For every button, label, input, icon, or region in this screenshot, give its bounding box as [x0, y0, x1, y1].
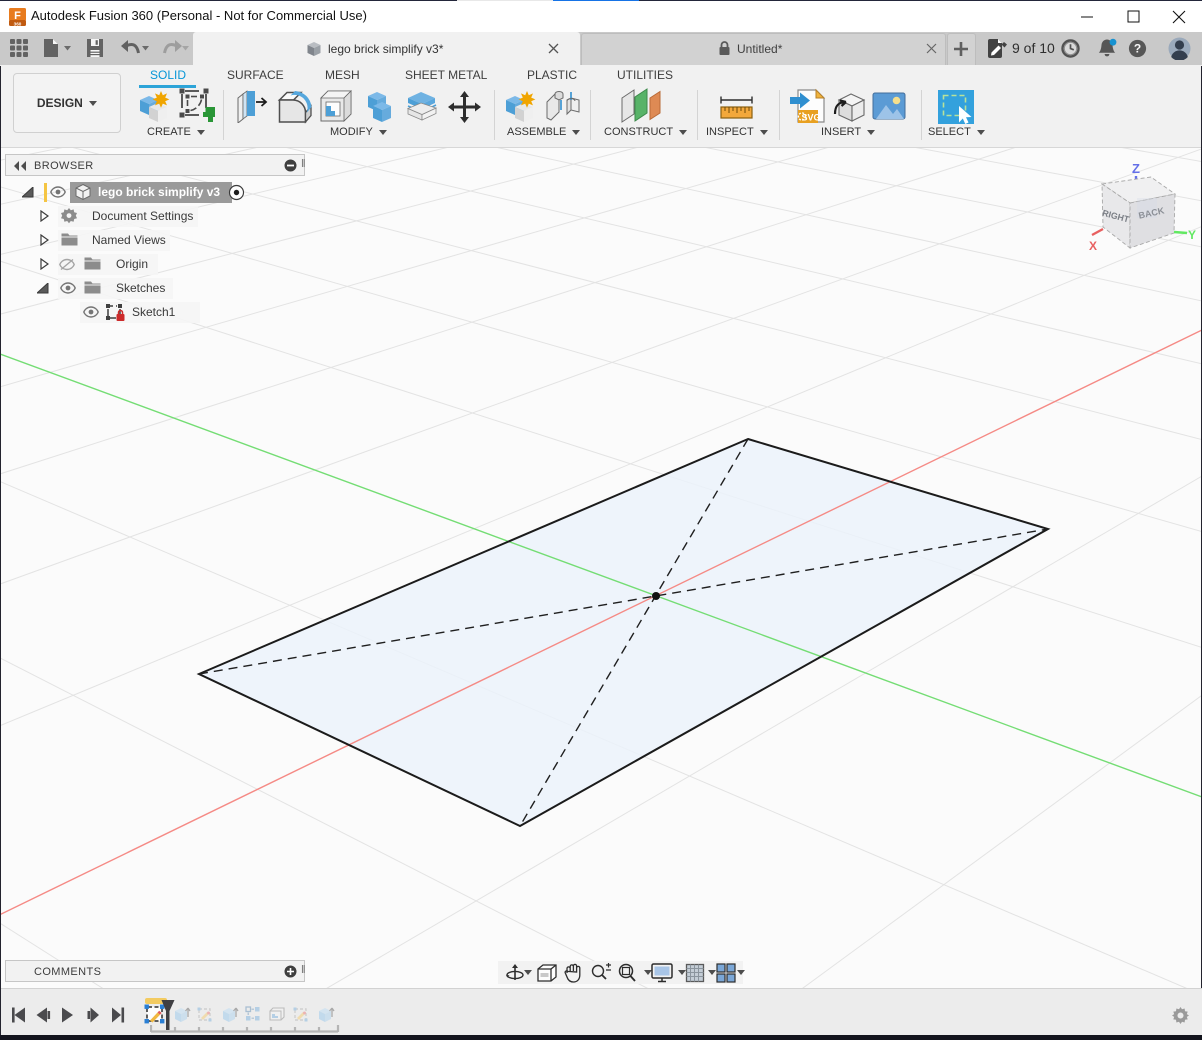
- svg-text:F: F: [14, 10, 21, 22]
- svg-text:Y: Y: [1188, 228, 1196, 242]
- svg-text:?: ?: [1134, 42, 1141, 56]
- svg-text:X: X: [1089, 239, 1097, 253]
- svg-text:360: 360: [14, 21, 22, 26]
- svg-text:Z: Z: [1132, 161, 1140, 176]
- svg-text:SVG: SVG: [801, 113, 820, 123]
